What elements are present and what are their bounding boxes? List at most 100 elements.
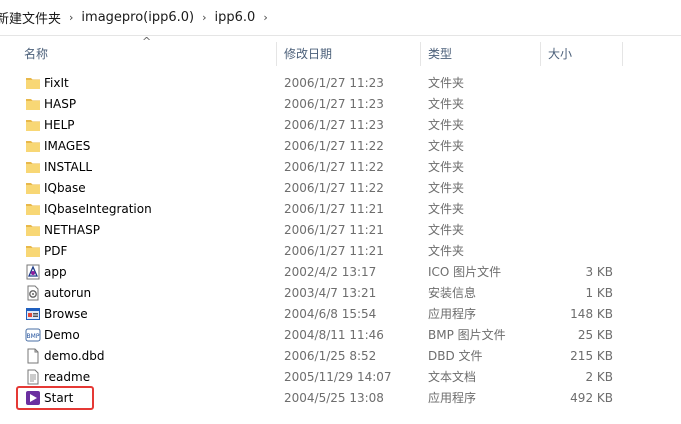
file-row[interactable]: autorun 2003/4/7 13:21 安装信息 1 KB [0,283,681,304]
folder-row[interactable]: IQbaseIntegration 2006/1/27 11:21 文件夹 [0,199,681,220]
folder-icon [25,75,41,91]
column-header-name[interactable]: 名称 [24,42,48,66]
folder-row[interactable]: HASP 2006/1/27 11:23 文件夹 [0,94,681,115]
file-type: 文件夹 [428,160,465,174]
folder-row[interactable]: PDF 2006/1/27 11:21 文件夹 [0,241,681,262]
file-name: autorun [44,286,92,300]
column-divider[interactable] [540,42,541,66]
file-name: FixIt [44,76,69,90]
file-type: 文件夹 [428,97,465,111]
file-row[interactable]: demo.dbd 2006/1/25 8:52 DBD 文件 215 KB [0,346,681,367]
file-size: 1 KB [585,286,613,300]
file-type: 应用程序 [428,307,477,321]
file-date: 2006/1/27 11:23 [284,118,384,132]
file-row[interactable]: readme 2005/11/29 14:07 文本文档 2 KB [0,367,681,388]
file-date: 2006/1/27 11:23 [284,97,384,111]
file-type: 安装信息 [428,286,477,300]
file-name: NETHASP [44,223,100,237]
file-type: 应用程序 [428,391,477,405]
folder-icon [25,159,41,175]
folder-icon [25,222,41,238]
file-type: 文本文档 [428,370,477,384]
folder-icon [25,138,41,154]
file-type: 文件夹 [428,223,465,237]
file-date: 2006/1/27 11:21 [284,244,384,258]
breadcrumb-separator-icon[interactable]: › [69,11,73,24]
file-type: DBD 文件 [428,349,483,363]
file-size: 215 KB [570,349,613,363]
text-file-icon [25,369,41,385]
column-header-row: 名称 修改日期 类型 大小 [0,42,681,66]
folder-row[interactable]: FixIt 2006/1/27 11:23 文件夹 [0,73,681,94]
breadcrumb-item[interactable]: 新建文件夹 [0,8,61,27]
file-date: 2004/8/11 11:46 [284,328,384,342]
file-date: 2006/1/27 11:23 [284,76,384,90]
breadcrumb-item[interactable]: imagepro(ipp6.0) [81,10,194,25]
file-size: 25 KB [577,328,613,342]
file-row[interactable]: app 2002/4/2 13:17 ICO 图片文件 3 KB [0,262,681,283]
column-header-type[interactable]: 类型 [428,42,452,66]
file-type: BMP 图片文件 [428,328,506,342]
file-type: 文件夹 [428,244,465,258]
file-type: 文件夹 [428,181,465,195]
start-highlight-box [16,386,94,410]
file-name: app [44,265,67,279]
file-name: INSTALL [44,160,93,174]
file-date: 2003/4/7 13:21 [284,286,377,300]
file-date: 2006/1/27 11:22 [284,181,384,195]
folder-row[interactable]: IMAGES 2006/1/27 11:22 文件夹 [0,136,681,157]
file-row[interactable]: Browse 2004/6/8 15:54 应用程序 148 KB [0,304,681,325]
ico-file-icon [25,264,41,280]
folder-icon [25,243,41,259]
breadcrumb-item[interactable]: ipp6.0 [215,10,256,25]
file-date: 2006/1/27 11:22 [284,160,384,174]
breadcrumb-separator-icon[interactable]: › [202,11,206,24]
file-type: 文件夹 [428,139,465,153]
bmp-file-icon: BMP [25,327,41,343]
column-header-size[interactable]: 大小 [548,42,572,66]
file-row[interactable]: Start 2004/5/25 13:08 应用程序 492 KB [0,388,681,409]
generic-file-icon [25,348,41,364]
file-name: Demo [44,328,80,342]
file-type: ICO 图片文件 [428,265,502,279]
file-size: 148 KB [570,307,613,321]
folder-icon [25,96,41,112]
file-type: 文件夹 [428,118,465,132]
file-name: demo.dbd [44,349,105,363]
file-name: IQbase [44,181,86,195]
file-name: HELP [44,118,75,132]
file-size: 3 KB [585,265,613,279]
file-name: IQbaseIntegration [44,202,152,216]
file-name: HASP [44,97,77,111]
column-header-date[interactable]: 修改日期 [284,42,332,66]
file-row[interactable]: BMP Demo 2004/8/11 11:46 BMP 图片文件 25 KB [0,325,681,346]
column-divider[interactable] [622,42,623,66]
folder-row[interactable]: IQbase 2006/1/27 11:22 文件夹 [0,178,681,199]
file-date: 2004/5/25 13:08 [284,391,384,405]
file-size: 492 KB [570,391,613,405]
column-divider[interactable] [276,42,277,66]
file-date: 2006/1/27 11:22 [284,139,384,153]
file-date: 2006/1/27 11:21 [284,223,384,237]
file-name: PDF [44,244,68,258]
svg-text:BMP: BMP [27,333,40,340]
file-date: 2004/6/8 15:54 [284,307,377,321]
file-type: 文件夹 [428,76,465,90]
folder-icon [25,180,41,196]
folder-icon [25,117,41,133]
file-date: 2002/4/2 13:17 [284,265,377,279]
file-date: 2006/1/25 8:52 [284,349,377,363]
file-name: Browse [44,307,88,321]
setup-info-icon [25,285,41,301]
folder-row[interactable]: INSTALL 2006/1/27 11:22 文件夹 [0,157,681,178]
file-name: readme [44,370,91,384]
folder-icon [25,201,41,217]
folder-row[interactable]: NETHASP 2006/1/27 11:21 文件夹 [0,220,681,241]
file-date: 2006/1/27 11:21 [284,202,384,216]
column-divider[interactable] [420,42,421,66]
breadcrumb-separator-icon[interactable]: › [263,11,267,24]
file-date: 2005/11/29 14:07 [284,370,392,384]
browse-app-icon [25,306,41,322]
file-name: IMAGES [44,139,91,153]
folder-row[interactable]: HELP 2006/1/27 11:23 文件夹 [0,115,681,136]
